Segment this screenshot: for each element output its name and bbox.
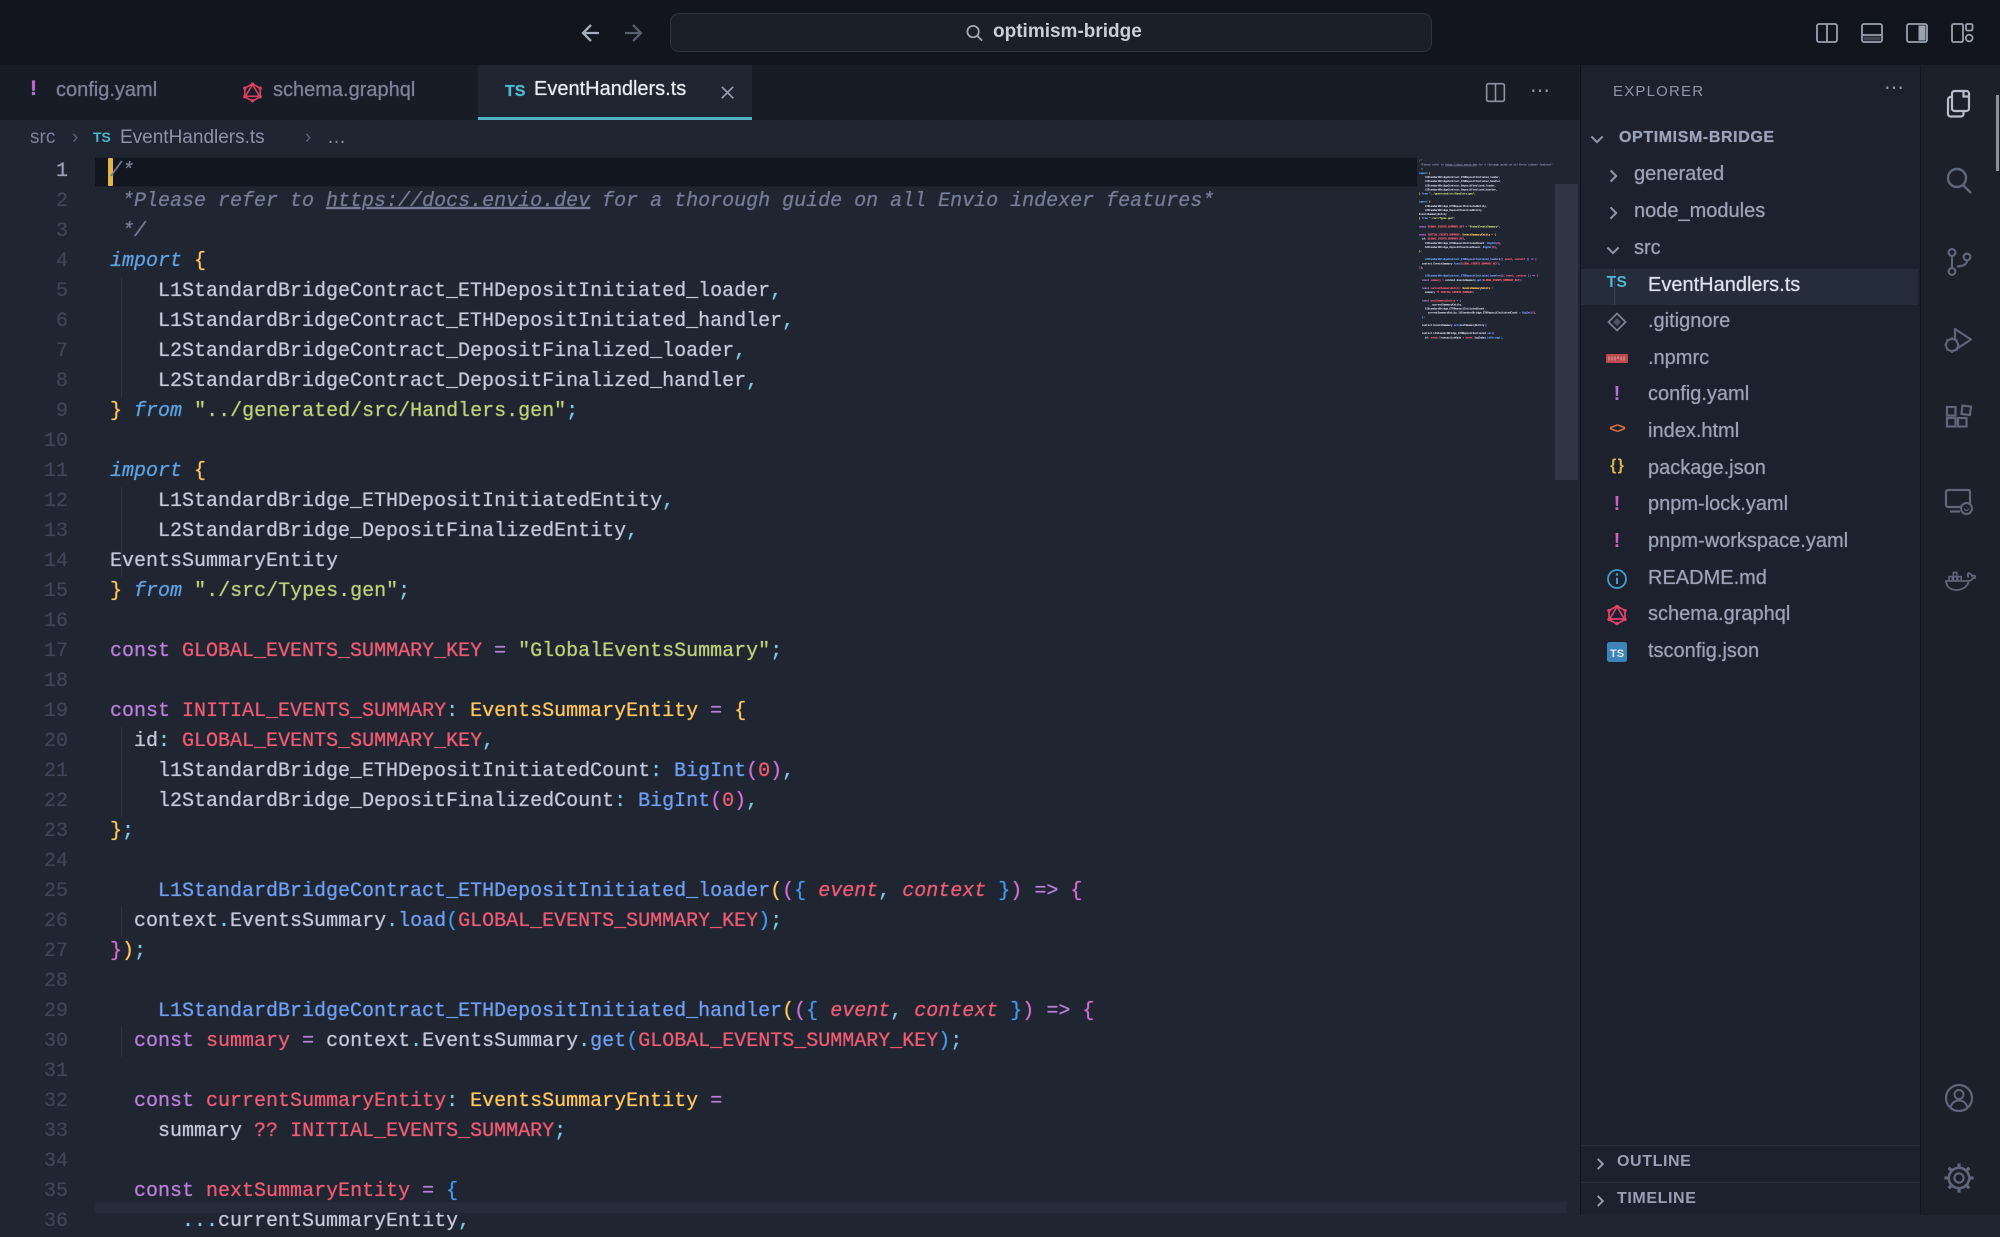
svg-text:TS: TS bbox=[1610, 648, 1624, 660]
